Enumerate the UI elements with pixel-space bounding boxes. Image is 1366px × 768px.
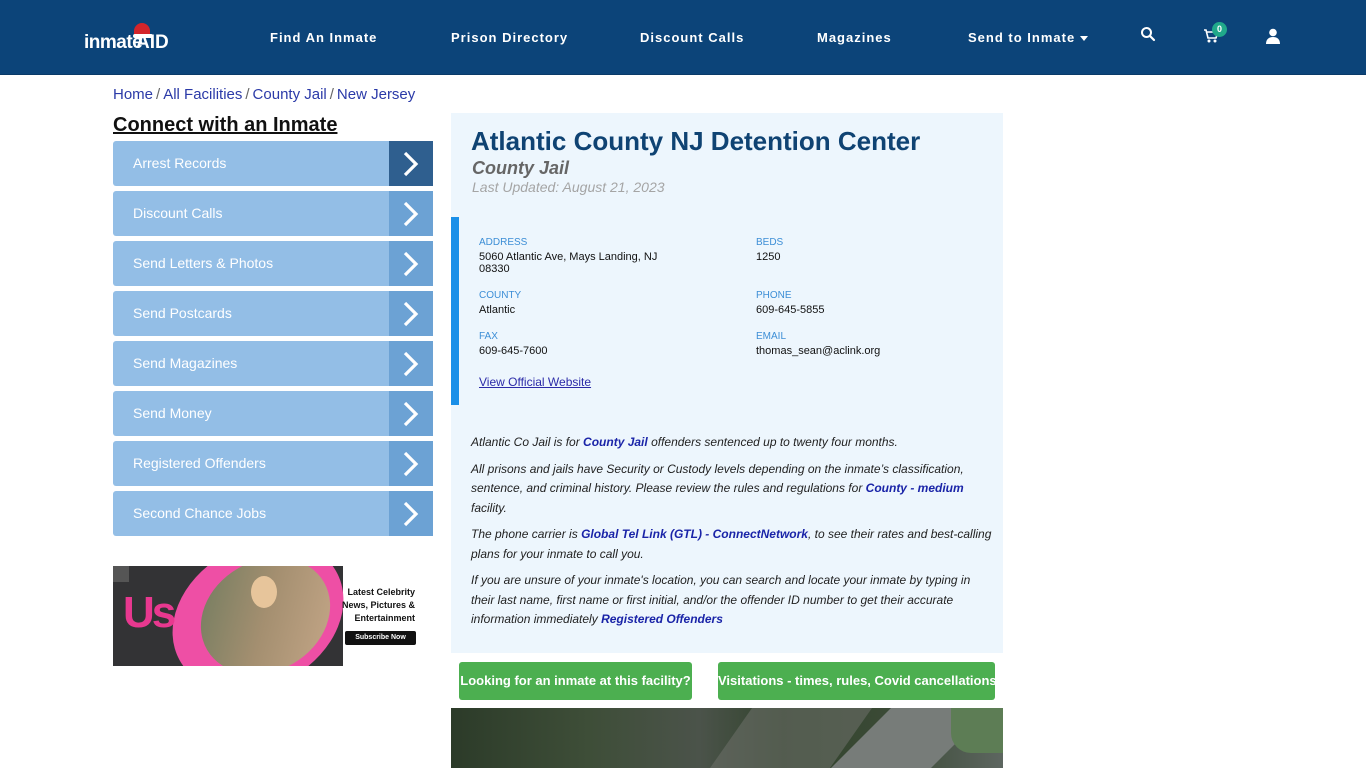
sidebar-item-discount-calls[interactable]: Discount Calls — [113, 191, 433, 236]
email-field: EMAIL thomas_sean@aclink.org — [756, 331, 880, 357]
ad-copy-line: News, Pictures & — [341, 600, 415, 610]
registered-offenders-link[interactable]: Registered Offenders — [601, 612, 723, 626]
facility-description: Atlantic Co Jail is for County Jail offe… — [471, 433, 996, 637]
cart-count-badge: 0 — [1212, 22, 1227, 37]
sidebar-item-label: Send Postcards — [133, 305, 232, 321]
us-weekly-ad-banner[interactable]: Us Latest Celebrity News, Pictures & Ent… — [113, 566, 433, 666]
address-line1: 5060 Atlantic Ave, Mays Landing, NJ — [479, 251, 658, 263]
nav-discount-calls[interactable]: Discount Calls — [640, 30, 744, 45]
sidebar-item-label: Send Letters & Photos — [133, 255, 274, 271]
beds-label: BEDS — [756, 237, 784, 248]
county-value: Atlantic — [479, 304, 516, 316]
chevron-right-icon — [389, 141, 433, 186]
county-label: COUNTY — [479, 290, 522, 301]
chevron-right-icon — [389, 291, 433, 336]
address-label: ADDRESS — [479, 237, 528, 248]
facility-info-card: ADDRESS 5060 Atlantic Ave, Mays Landing,… — [451, 217, 1003, 405]
fax-label: FAX — [479, 331, 498, 342]
search-icon[interactable] — [1140, 26, 1160, 46]
ad-corner-square — [113, 566, 129, 582]
email-label: EMAIL — [756, 331, 787, 342]
nav-magazines[interactable]: Magazines — [817, 30, 892, 45]
address-field: ADDRESS 5060 Atlantic Ave, Mays Landing,… — [479, 237, 709, 275]
phone-value: 609-645-5855 — [756, 304, 825, 316]
satellite-map[interactable] — [451, 708, 1003, 768]
chevron-right-icon — [389, 191, 433, 236]
user-icon[interactable] — [1266, 28, 1286, 48]
breadcrumb-separator: / — [156, 86, 161, 103]
phone-label: PHONE — [756, 290, 792, 301]
sidebar-item-send-magazines[interactable]: Send Magazines — [113, 341, 433, 386]
inmateaid-logo[interactable]: inmate AID — [84, 22, 184, 56]
description-text: Atlantic Co Jail is for — [471, 435, 584, 449]
nav-send-to-inmate-label: Send to Inmate — [968, 30, 1076, 45]
fax-field: FAX 609-645-7600 — [479, 331, 548, 357]
ad-copy: Latest Celebrity News, Pictures & Entert… — [342, 586, 415, 625]
nav-prison-directory[interactable]: Prison Directory — [451, 30, 568, 45]
ad-photo-person — [251, 576, 277, 608]
map-grass-area — [951, 708, 1003, 753]
sidebar-item-arrest-records[interactable]: Arrest Records — [113, 141, 433, 186]
breadcrumb-separator: / — [245, 86, 250, 103]
beds-field: BEDS 1250 — [756, 237, 783, 263]
sidebar-menu: Arrest Records Discount Calls Send Lette… — [113, 141, 433, 541]
top-navbar: inmate AID Find An Inmate Prison Directo… — [0, 0, 1366, 75]
breadcrumb-county-jail[interactable]: County Jail — [253, 86, 327, 103]
description-paragraph: If you are unsure of your inmate's locat… — [471, 571, 996, 630]
ad-copy-line: Latest Celebrity — [347, 587, 415, 597]
facility-type: County Jail — [472, 158, 570, 178]
sidebar-item-label: Send Magazines — [133, 355, 238, 371]
description-paragraph: Atlantic Co Jail is for County Jail offe… — [471, 433, 996, 453]
santa-hat-band — [133, 34, 153, 38]
sidebar-item-send-letters-photos[interactable]: Send Letters & Photos — [113, 241, 433, 286]
caret-down-icon — [1080, 36, 1089, 42]
description-paragraph: All prisons and jails have Security or C… — [471, 460, 996, 519]
email-value: thomas_sean@aclink.org — [756, 345, 881, 357]
phone-field: PHONE 609-645-5855 — [756, 290, 825, 316]
breadcrumb-all-facilities[interactable]: All Facilities — [163, 86, 242, 103]
sidebar-item-label: Discount Calls — [133, 205, 223, 221]
visitations-button[interactable]: Visitations - times, rules, Covid cancel… — [718, 662, 997, 700]
facility-name: Atlantic County NJ Detention Center — [471, 126, 921, 156]
description-text: offenders sentenced up to twenty four mo… — [647, 435, 898, 449]
description-text: The phone carrier is — [471, 527, 582, 541]
chevron-right-icon — [389, 341, 433, 386]
sidebar-item-registered-offenders[interactable]: Registered Offenders — [113, 441, 433, 486]
sidebar-item-label: Send Money — [133, 405, 212, 421]
description-text: facility. — [471, 500, 507, 515]
sidebar-item-second-chance-jobs[interactable]: Second Chance Jobs — [113, 491, 433, 536]
chevron-right-icon — [389, 391, 433, 436]
nav-send-to-inmate[interactable]: Send to Inmate — [968, 30, 1089, 45]
breadcrumb-separator: / — [329, 86, 334, 103]
find-inmate-at-facility-button[interactable]: Looking for an inmate at this facility? — [459, 662, 692, 700]
ad-brand-logo: Us — [123, 588, 176, 637]
chevron-right-icon — [389, 441, 433, 486]
gtl-connectnetwork-link[interactable]: Global Tel Link (GTL) - ConnectNetwork — [581, 527, 808, 541]
ad-copy-line: Entertainment — [354, 613, 415, 623]
sidebar-item-send-money[interactable]: Send Money — [113, 391, 433, 436]
nav-find-an-inmate[interactable]: Find An Inmate — [270, 30, 377, 45]
sidebar-title: Connect with an Inmate — [113, 114, 338, 136]
county-jail-link[interactable]: County Jail — [583, 435, 648, 449]
breadcrumb: Home / All Facilities / County Jail / New Jers… — [113, 86, 415, 103]
fax-value: 609-645-7600 — [479, 345, 548, 357]
facility-panel: Atlantic County NJ Detention Center Coun… — [451, 113, 1003, 653]
ad-subscribe-button[interactable]: Subscribe Now — [345, 631, 416, 645]
breadcrumb-new-jersey[interactable]: New Jersey — [337, 86, 415, 103]
beds-value: 1250 — [756, 251, 781, 263]
chevron-right-icon — [389, 241, 433, 286]
breadcrumb-home[interactable]: Home — [113, 86, 153, 103]
county-medium-link[interactable]: County - medium — [866, 481, 964, 495]
county-field: COUNTY Atlantic — [479, 290, 521, 316]
sidebar-item-label: Registered Offenders — [133, 455, 266, 471]
sidebar-item-send-postcards[interactable]: Send Postcards — [113, 291, 433, 336]
sidebar-item-label: Arrest Records — [133, 155, 227, 171]
last-updated: Last Updated: August 21, 2023 — [472, 179, 665, 195]
sidebar-item-label: Second Chance Jobs — [133, 505, 267, 521]
address-line2: 08330 — [479, 263, 510, 275]
description-paragraph: The phone carrier is Global Tel Link (GT… — [471, 525, 996, 564]
chevron-right-icon — [389, 491, 433, 536]
view-official-website-link[interactable]: View Official Website — [479, 375, 591, 389]
